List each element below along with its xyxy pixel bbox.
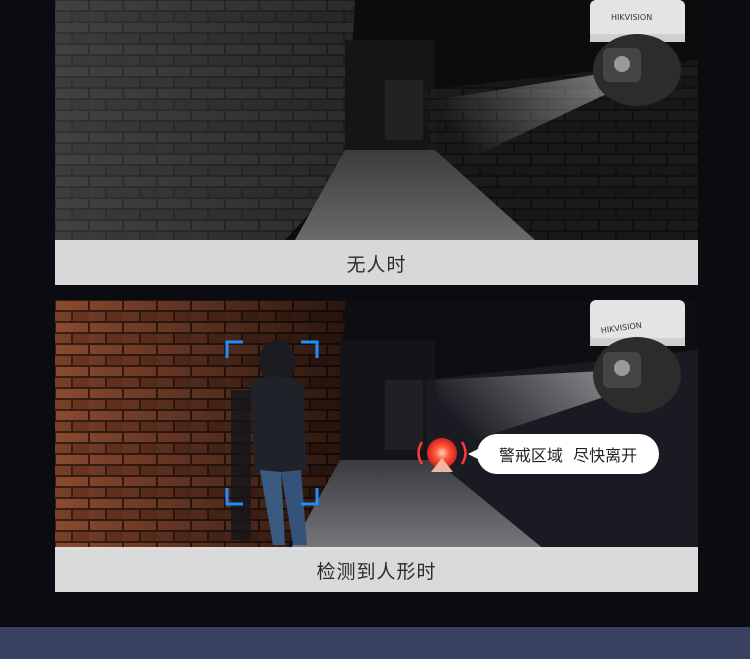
caption-person-detected: 检测到人形时 xyxy=(55,547,698,592)
caption-no-person: 无人时 xyxy=(55,240,698,285)
security-camera-icon xyxy=(590,300,685,413)
alert-speech-bubble: 警戒区域 尽快离开 xyxy=(468,434,659,474)
camera-brand-label: HIKVISION xyxy=(611,13,652,22)
bottom-bar xyxy=(0,627,750,659)
scene-panel-no-person: HIKVISION 无人时 xyxy=(55,0,698,285)
